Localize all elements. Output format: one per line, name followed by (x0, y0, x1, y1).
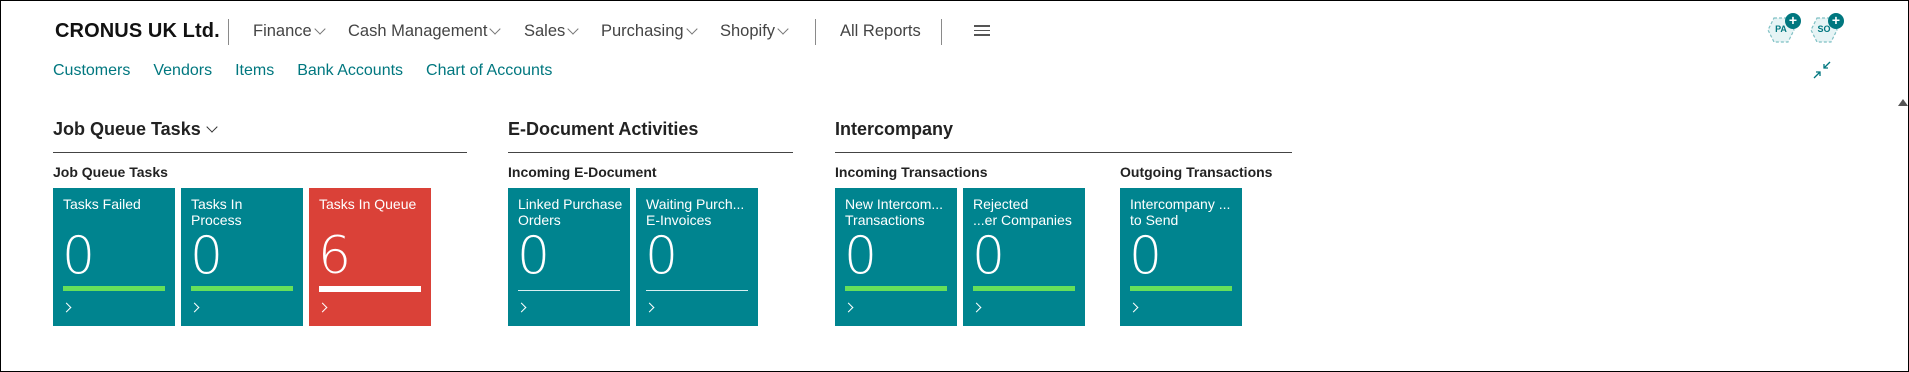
group-rule (835, 152, 1292, 153)
job-queue-subtitle: Job Queue Tasks (53, 164, 168, 180)
tile-tasks-in-queue[interactable]: Tasks In Queue 6 (309, 188, 431, 326)
outgoing-transactions-subtitle: Outgoing Transactions (1120, 164, 1273, 180)
chevron-right-icon (516, 302, 527, 313)
nav-link-customers[interactable]: Customers (53, 62, 130, 80)
job-queue-group-title[interactable]: Job Queue Tasks (53, 119, 218, 140)
avatar-pa[interactable]: PA + (1767, 13, 1801, 45)
menu-cash-management[interactable]: Cash Management (348, 22, 502, 41)
edocument-subtitle: Incoming E-Document (508, 164, 657, 180)
tile-label: Intercompany ... to Send (1130, 196, 1231, 228)
menu-sales[interactable]: Sales (524, 22, 579, 41)
tile-value: 0 (1129, 226, 1163, 286)
tile-waiting-purchase-einvoices[interactable]: Waiting Purch... E-Invoices 0 (636, 188, 758, 326)
divider (941, 19, 942, 45)
divider (228, 19, 229, 45)
tile-indicator-bar (1130, 286, 1232, 291)
chevron-right-icon (1128, 302, 1139, 313)
menu-finance[interactable]: Finance (253, 22, 326, 41)
tile-tasks-failed[interactable]: Tasks Failed 0 (53, 188, 175, 326)
tile-indicator-bar (518, 290, 620, 291)
chevron-right-icon (971, 302, 982, 313)
group-rule (53, 152, 467, 153)
tile-tasks-in-process[interactable]: Tasks In Process 0 (181, 188, 303, 326)
tile-label: Waiting Purch... E-Invoices (646, 196, 745, 228)
group-title-label: Job Queue Tasks (53, 119, 201, 139)
tile-value: 0 (517, 226, 551, 286)
scroll-up-arrow-icon[interactable] (1898, 99, 1908, 106)
menu-label: Shopify (720, 22, 776, 40)
intercompany-group-title: Intercompany (835, 119, 953, 140)
divider (815, 19, 816, 45)
hamburger-menu-icon[interactable] (974, 25, 990, 37)
nav-link-items[interactable]: Items (235, 62, 274, 80)
chevron-right-icon (317, 302, 328, 313)
tile-value: 6 (318, 226, 352, 286)
tile-value: 0 (645, 226, 679, 286)
tile-label: Tasks Failed (63, 196, 141, 212)
group-rule (508, 152, 793, 153)
incoming-transactions-subtitle: Incoming Transactions (835, 164, 988, 180)
group-title-label: Intercompany (835, 119, 954, 139)
tile-indicator-bar (63, 286, 165, 291)
tile-value: 0 (190, 226, 224, 286)
nav-link-vendors[interactable]: Vendors (153, 62, 212, 80)
edocument-group-title: E-Document Activities (508, 119, 698, 140)
all-reports-link[interactable]: All Reports (840, 22, 921, 41)
tile-indicator-bar (973, 286, 1075, 291)
menu-label: Sales (524, 22, 566, 40)
tile-label: Rejected ...er Companies (973, 196, 1072, 228)
tile-value: 0 (972, 226, 1006, 286)
tile-value: 0 (62, 226, 96, 286)
tile-intercompany-to-send[interactable]: Intercompany ... to Send 0 (1120, 188, 1242, 326)
group-title-label: E-Document Activities (508, 119, 699, 139)
chevron-down-icon (685, 23, 698, 35)
menu-label: Purchasing (601, 22, 684, 40)
tile-label: New Intercom... Transactions (845, 196, 944, 228)
plus-icon: + (1828, 13, 1844, 29)
tile-linked-purchase-orders[interactable]: Linked Purchase Orders 0 (508, 188, 630, 326)
chevron-down-icon (314, 23, 326, 35)
chevron-down-icon (206, 121, 218, 133)
tile-rejected-by-other-companies[interactable]: Rejected ...er Companies 0 (963, 188, 1085, 326)
nav-link-chart-of-accounts[interactable]: Chart of Accounts (426, 62, 552, 80)
tile-value: 0 (844, 226, 878, 286)
tile-label: Linked Purchase Orders (518, 196, 623, 228)
tile-label: Tasks In Process (191, 196, 243, 228)
chevron-right-icon (189, 302, 200, 313)
tile-label: Tasks In Queue (319, 196, 417, 212)
tile-indicator-bar (845, 286, 947, 291)
company-name[interactable]: CRONUS UK Ltd. (55, 20, 220, 43)
tile-new-intercompany-transactions[interactable]: New Intercom... Transactions 0 (835, 188, 957, 326)
chevron-right-icon (843, 302, 854, 313)
chevron-right-icon (61, 302, 72, 313)
avatar-so[interactable]: SO + (1810, 13, 1844, 45)
chevron-down-icon (489, 23, 502, 35)
tile-indicator-bar (191, 286, 293, 291)
menu-label: Cash Management (348, 22, 488, 40)
tile-indicator-bar (646, 290, 748, 291)
chevron-right-icon (644, 302, 655, 313)
menu-label: Finance (253, 22, 312, 40)
nav-link-bank-accounts[interactable]: Bank Accounts (297, 62, 403, 80)
collapse-icon[interactable] (1813, 61, 1831, 79)
top-navigation-bar: CRONUS UK Ltd. Finance Cash Management S… (0, 0, 1909, 64)
plus-icon: + (1785, 13, 1801, 29)
chevron-down-icon (567, 23, 579, 35)
navigation-links: Customers Vendors Items Bank Accounts Ch… (53, 62, 575, 80)
tile-indicator-bar (319, 286, 421, 292)
menu-purchasing[interactable]: Purchasing (601, 22, 698, 41)
menu-shopify[interactable]: Shopify (720, 22, 789, 41)
chevron-down-icon (777, 23, 789, 35)
